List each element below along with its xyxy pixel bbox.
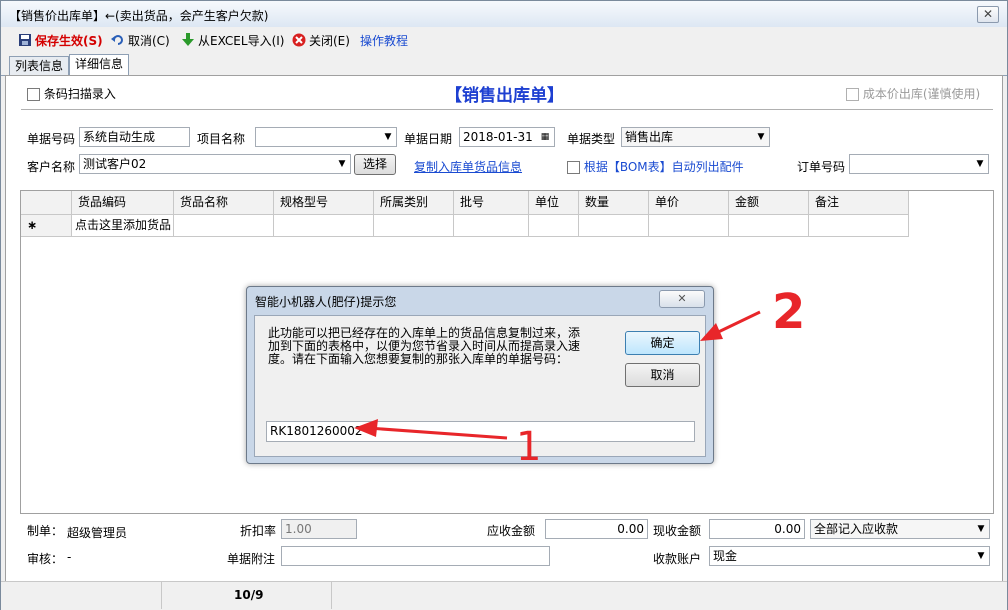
annotation-number-1: 1 [516, 424, 541, 470]
arrow-1-shaft [367, 426, 508, 440]
arrow-2-head [700, 323, 723, 341]
arrow-1-head [354, 419, 378, 437]
annotation-number-2: 2 [772, 284, 805, 340]
annotation-overlay: 1 2 [354, 284, 805, 470]
